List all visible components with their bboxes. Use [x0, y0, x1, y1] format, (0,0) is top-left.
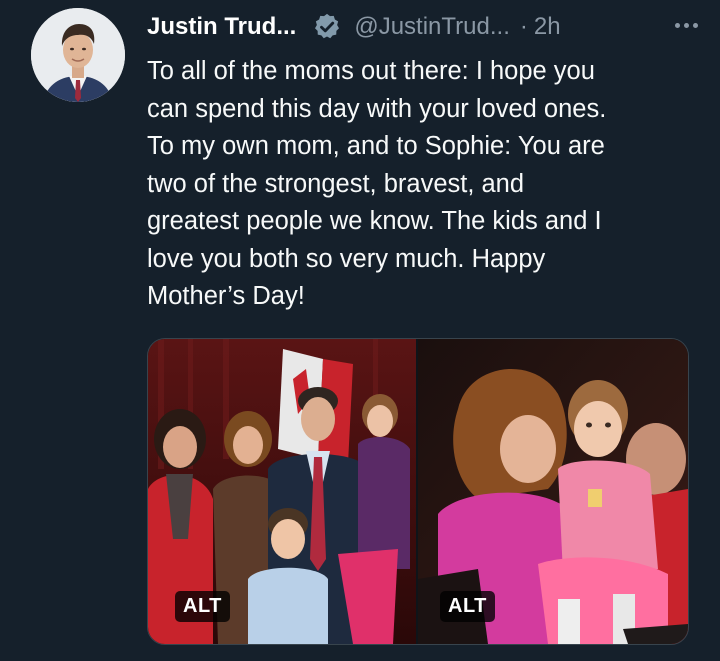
tweet-header: Justin Trud... @JustinTrud... · 2h	[147, 10, 707, 44]
author-name[interactable]: Justin Trud...	[147, 13, 296, 41]
avatar[interactable]	[31, 8, 125, 102]
media-grid: ALT ALT	[147, 338, 689, 645]
more-options-icon[interactable]	[669, 10, 703, 40]
verified-badge-icon[interactable]	[312, 12, 342, 42]
tweet-timestamp[interactable]: 2h	[534, 13, 561, 41]
alt-text-button[interactable]: ALT	[440, 591, 495, 622]
alt-text-button[interactable]: ALT	[175, 591, 230, 622]
tweet-photo-1[interactable]: ALT	[148, 339, 416, 644]
tweet-photo-2[interactable]: ALT	[418, 339, 688, 644]
avatar-image	[31, 8, 125, 102]
author-handle[interactable]: @JustinTrud...	[354, 13, 510, 41]
tweet-text: To all of the moms out there: I hope you…	[147, 57, 607, 310]
separator-dot: ·	[519, 13, 528, 40]
tweet: Justin Trud... @JustinTrud... · 2h To al…	[0, 0, 720, 661]
